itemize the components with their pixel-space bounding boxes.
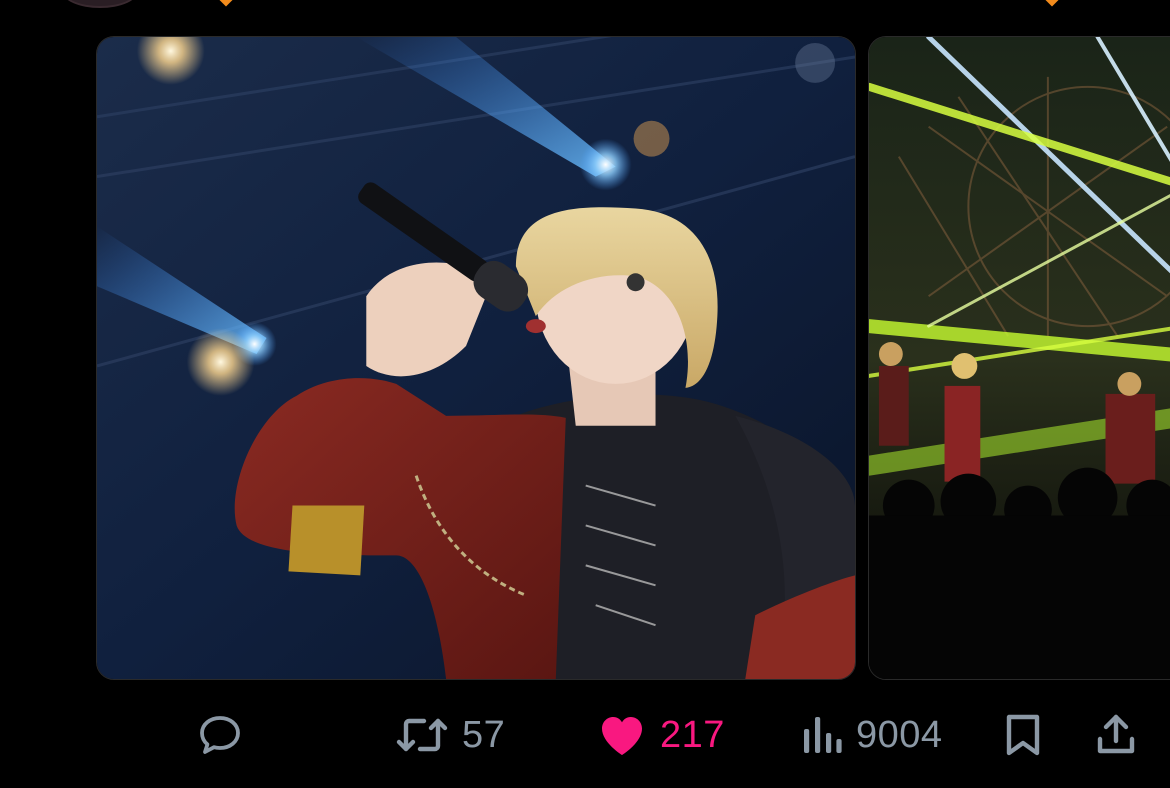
tweet-action-bar: 57 217 9004 [0,700,1170,770]
retweet-button[interactable]: 57 [394,710,505,760]
badge-icon [217,0,235,7]
reply-icon [200,716,240,754]
bookmark-icon [1006,714,1040,756]
share-button[interactable] [1092,710,1140,760]
heart-icon [602,717,642,755]
like-button[interactable]: 217 [596,710,725,760]
bookmark-button[interactable] [1000,710,1046,760]
retweet-count: 57 [462,714,506,756]
media-photo-2[interactable] [868,36,1170,680]
retweet-icon [396,718,448,752]
reply-button[interactable] [196,710,244,760]
concert-photo-stage-lasers [869,37,1170,679]
avatar[interactable] [62,0,138,8]
media-photo-1[interactable] [96,36,856,680]
share-icon [1097,714,1135,754]
views-button[interactable]: 9004 [800,710,943,760]
like-count: 217 [660,714,725,756]
views-icon [804,717,842,753]
views-count: 9004 [856,714,943,756]
badge-icon [1043,0,1061,7]
concert-photo-vocalist [97,37,855,679]
